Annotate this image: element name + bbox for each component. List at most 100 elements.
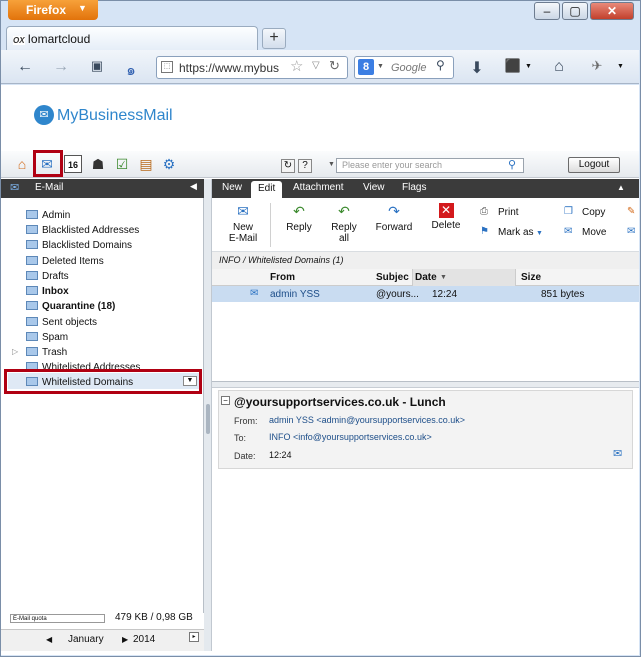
tab-attachment[interactable]: Attachment [286,179,351,198]
folder-item[interactable]: Blacklisted Addresses [26,224,139,238]
tasks-icon[interactable]: ☑ [113,155,131,173]
tab-edit[interactable]: Edit [251,181,283,198]
download-icon[interactable]: ⬇ [466,58,488,78]
identity-icon[interactable]: ⬚ [161,61,173,73]
prev-month-icon[interactable]: ◀ [46,635,52,644]
settings-icon[interactable]: ⚙ [160,155,178,173]
menu-dropdown-icon[interactable]: ▼ [617,63,624,70]
page-icon[interactable]: ▣ [86,58,108,74]
email-module-icon: ✉ [10,182,20,194]
quota-label: E-Mail quota [13,616,47,622]
url-dropdown-icon[interactable]: ▽ [312,60,320,71]
mark-as-button[interactable]: Mark as [498,227,534,239]
folder-context-dropdown-icon[interactable]: ▼ [183,376,197,386]
engine-dropdown-icon[interactable]: ▼ [377,63,384,70]
copy-button[interactable]: Copy [582,207,605,219]
calendar-month: January [68,634,104,645]
folder-label: Sent objects [42,317,98,328]
more-actions-2-icon[interactable]: ✉ [627,226,635,238]
back-icon[interactable]: ← [14,58,36,76]
close-window-button[interactable]: ✕ [590,2,634,20]
refresh-icon[interactable]: ↻ [281,159,295,173]
delete-button[interactable]: ✕ Delete [426,203,466,231]
home-browser-icon[interactable]: ⌂ [548,58,570,76]
folder-label: Admin [42,210,71,221]
print-icon[interactable]: ⎙ [480,206,488,218]
search-options-icon[interactable]: ▼ [328,161,335,168]
folder-item[interactable]: Spam [26,331,68,345]
collapse-sidebar-icon[interactable]: ◀ [190,181,197,192]
infostore-icon[interactable]: ▤ [137,155,155,173]
message-type-icon: ✉ [613,448,623,460]
tab-flags[interactable]: Flags [395,179,433,198]
folder-item[interactable]: Inbox [26,285,69,299]
logout-button[interactable]: Logout [568,157,620,173]
message-status-icon: ✉ [250,288,259,299]
row-subject: @yours... [376,289,419,300]
column-subject[interactable]: Subjec [376,272,409,283]
forward-button[interactable]: ↷ Forward [372,203,416,233]
folder-item[interactable]: Drafts [26,270,69,284]
calendar-expand-icon[interactable]: ▸ [189,632,199,642]
sort-desc-icon[interactable]: ▼ [440,274,447,281]
expand-trash-icon[interactable]: ▷ [12,347,18,356]
folder-item[interactable]: Sent objects [26,316,97,330]
maximize-button[interactable]: ▢ [562,2,588,20]
folder-label: Drafts [42,271,69,282]
reply-button[interactable]: ↶ Reply [282,203,316,233]
extension-icon[interactable]: ๑ [120,58,142,82]
column-from[interactable]: From [270,272,295,283]
from-value[interactable]: admin YSS <admin@yoursupportservices.co.… [269,415,465,425]
reply-all-button[interactable]: ↶ Reply all [326,203,362,244]
delete-icon: ✕ [438,203,454,218]
folder-item[interactable]: Trash [26,346,67,360]
folder-item[interactable]: Admin [26,209,70,223]
next-month-icon[interactable]: ▶ [122,635,128,644]
reload-icon[interactable]: ↻ [329,58,340,74]
column-date[interactable]: Date [415,272,437,283]
mark-as-icon[interactable]: ⚑ [480,226,489,238]
to-value[interactable]: INFO <info@yoursupportservices.co.uk> [269,432,432,442]
folder-icon [26,210,38,219]
forward-icon[interactable]: → [50,58,72,76]
move-button[interactable]: Move [582,227,606,239]
addon-icon[interactable]: ✈ [586,58,608,74]
tab-view[interactable]: View [356,179,392,198]
splitter-grip[interactable] [206,404,210,434]
new-email-button[interactable]: ✉ New E-Mail [224,203,262,244]
app-search-input[interactable]: Please enter your search [336,158,524,173]
folder-item[interactable]: Blacklisted Domains [26,239,132,253]
folder-icon [26,347,38,356]
calendar-icon[interactable]: 16 [64,155,82,173]
help-icon[interactable]: ? [298,159,312,173]
folder-label: Inbox [42,286,69,297]
folder-item[interactable]: Quarantine (18) [26,300,115,314]
home-icon[interactable]: ⌂ [13,155,31,173]
horizontal-splitter[interactable] [212,382,639,388]
tab-new[interactable]: New [215,179,249,198]
app-search-icon[interactable]: ⚲ [508,158,516,171]
selected-folder-highlight [4,369,202,394]
search-icon[interactable]: ⚲ [436,58,445,72]
collapse-ribbon-icon[interactable]: ▲ [617,183,625,192]
bookmarks-icon[interactable]: ⬛ [502,58,524,74]
move-icon[interactable]: ✉ [564,226,572,238]
more-actions-icon[interactable]: ✎ [627,206,635,218]
collapse-header-button[interactable]: − [221,396,230,405]
firefox-menu-arrow-icon: ▼ [78,3,87,13]
print-button[interactable]: Print [498,207,519,219]
folder-item[interactable]: Deleted Items [26,255,104,269]
browser-tab[interactable]: OX Iomartcloud [6,26,258,50]
folder-icon [26,256,38,265]
google-search-engine-icon[interactable]: 8 [358,59,374,75]
folder-icon [26,271,38,280]
contacts-icon[interactable]: ☗ [89,155,107,173]
new-tab-button[interactable]: + [262,28,286,49]
bookmark-star-icon[interactable]: ☆ [290,57,303,75]
minimize-button[interactable]: – [534,2,560,20]
column-size[interactable]: Size [521,272,541,283]
new-email-icon: ✉ [237,203,249,219]
mark-as-dropdown-icon[interactable]: ▼ [536,230,543,237]
copy-icon[interactable]: ❐ [564,206,573,218]
bookmarks-dropdown-icon[interactable]: ▼ [525,63,532,70]
